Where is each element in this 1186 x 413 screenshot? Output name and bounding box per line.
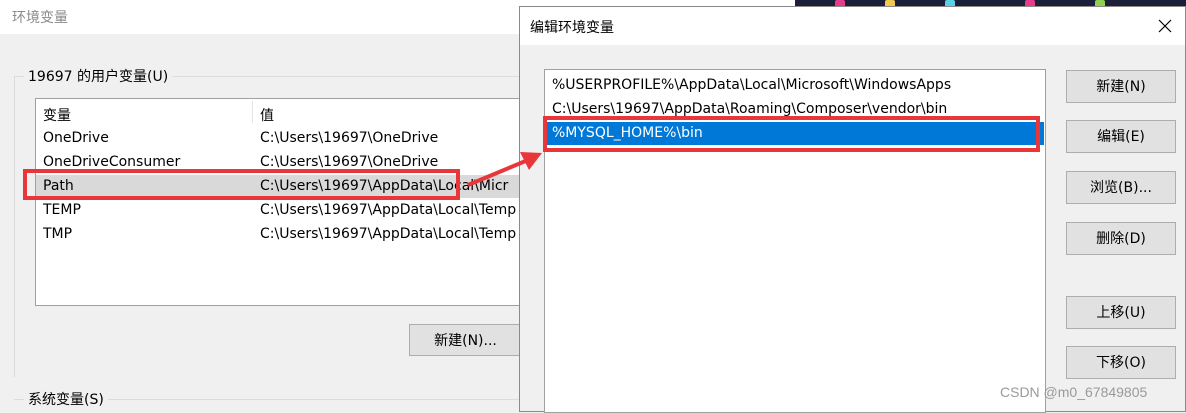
delete-path-button[interactable]: 删除(D) (1066, 222, 1176, 255)
annotation-highlight-mysql-entry (543, 116, 1040, 152)
watermark-text: CSDN @m0_67849805 (1000, 384, 1148, 400)
column-header-value[interactable]: 值 (260, 105, 274, 125)
dialog-titlebar: 编辑环境变量 (520, 7, 1185, 45)
column-divider[interactable] (252, 101, 253, 123)
path-entry-text: C:\Users\19697\AppData\Roaming\Composer\… (552, 101, 948, 117)
browse-button[interactable]: 浏览(B)... (1066, 171, 1176, 204)
user-var-value: C:\Users\19697\AppData\Local\Temp (260, 202, 517, 218)
user-var-name: OneDriveConsumer (43, 154, 181, 170)
column-header-variable[interactable]: 变量 (43, 105, 71, 125)
close-icon (1158, 19, 1172, 33)
user-var-row[interactable]: OneDrive C:\Users\19697\OneDrive (36, 127, 526, 150)
path-entry-text: %USERPROFILE%\AppData\Local\Microsoft\Wi… (552, 77, 952, 93)
new-path-button[interactable]: 新建(N) (1066, 70, 1176, 103)
user-var-name: OneDrive (43, 130, 109, 146)
dialog-close-button[interactable] (1149, 11, 1181, 41)
user-var-name: TEMP (43, 202, 81, 218)
system-vars-group-title: 系统变量(S) (24, 389, 108, 409)
edit-env-var-dialog: 编辑环境变量 %USERPROFILE%\AppData\Local\Micro… (519, 6, 1186, 413)
user-var-row[interactable]: TMP C:\Users\19697\AppData\Local\Temp (36, 223, 526, 246)
env-vars-title: 环境变量 (12, 10, 68, 26)
move-up-button[interactable]: 上移(U) (1066, 296, 1176, 329)
user-var-row[interactable]: TEMP C:\Users\19697\AppData\Local\Temp (36, 199, 526, 222)
annotation-highlight-path-row (23, 169, 460, 200)
edit-path-button[interactable]: 编辑(E) (1066, 120, 1176, 153)
user-var-name: TMP (43, 226, 73, 242)
move-down-button[interactable]: 下移(O) (1066, 346, 1176, 379)
user-var-value: C:\Users\19697\OneDrive (260, 154, 439, 170)
path-entry[interactable]: %USERPROFILE%\AppData\Local\Microsoft\Wi… (546, 74, 1044, 97)
user-vars-list[interactable]: 变量 值 OneDrive C:\Users\19697\OneDrive On… (35, 98, 527, 306)
user-var-value: C:\Users\19697\OneDrive (260, 130, 439, 146)
user-var-new-button[interactable]: 新建(N)... (409, 324, 522, 356)
user-vars-group-title: 19697 的用户变量(U) (24, 66, 173, 86)
user-var-value: C:\Users\19697\AppData\Local\Temp (260, 226, 517, 242)
dialog-title: 编辑环境变量 (530, 20, 614, 36)
